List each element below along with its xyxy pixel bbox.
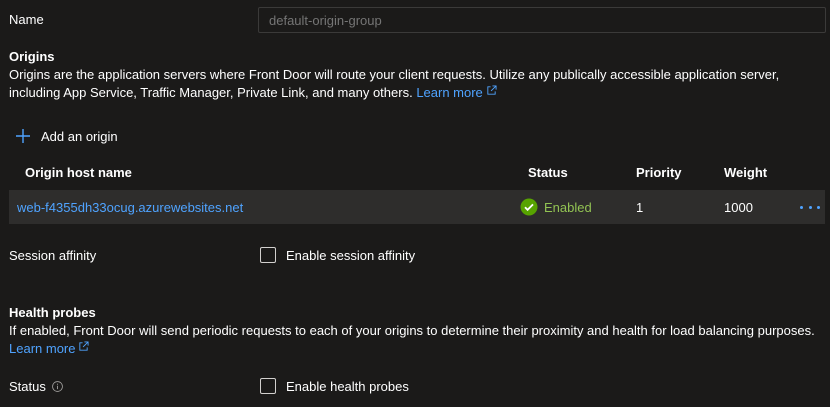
- name-label: Name: [9, 12, 44, 27]
- health-probes-title: Health probes: [9, 305, 96, 320]
- check-circle-icon: [520, 198, 538, 216]
- external-link-icon: [487, 85, 497, 95]
- add-origin-label: Add an origin: [41, 128, 118, 144]
- origin-host-link[interactable]: web-f4355dh33ocug.azurewebsites.net: [17, 200, 243, 215]
- session-affinity-label: Session affinity: [9, 248, 97, 263]
- origin-status: Enabled: [520, 198, 592, 216]
- session-affinity-checkbox[interactable]: [260, 247, 276, 263]
- origin-priority: 1: [636, 200, 644, 215]
- origin-status-text: Enabled: [544, 199, 592, 215]
- health-probes-status-label: Status: [9, 379, 63, 394]
- health-probes-learn-more-link[interactable]: Learn more: [9, 341, 90, 356]
- session-affinity-checkbox-label[interactable]: Enable session affinity: [286, 248, 415, 263]
- name-input[interactable]: [258, 7, 826, 33]
- column-header-weight: Weight: [724, 165, 768, 180]
- health-probes-description: If enabled, Front Door will send periodi…: [9, 322, 824, 358]
- health-probes-checkbox-label[interactable]: Enable health probes: [286, 379, 409, 394]
- health-probes-status-text: Status: [9, 379, 46, 394]
- health-probes-description-text: If enabled, Front Door will send periodi…: [9, 323, 815, 338]
- add-origin-button[interactable]: Add an origin: [15, 128, 118, 144]
- health-probes-learn-more-label: Learn more: [9, 341, 76, 356]
- origins-learn-more-link[interactable]: Learn more: [416, 85, 497, 100]
- origins-title: Origins: [9, 49, 55, 64]
- column-header-priority: Priority: [636, 165, 682, 180]
- external-link-icon: [79, 341, 90, 351]
- info-icon[interactable]: [51, 381, 63, 392]
- origins-description-text: Origins are the application servers wher…: [9, 67, 780, 100]
- plus-icon: [16, 129, 30, 143]
- health-probes-checkbox[interactable]: [260, 378, 276, 394]
- more-options-icon[interactable]: [800, 199, 820, 215]
- origins-learn-more-label: Learn more: [416, 85, 483, 100]
- origins-description: Origins are the application servers wher…: [9, 66, 824, 102]
- column-header-status: Status: [528, 165, 568, 180]
- column-header-origin-host-name: Origin host name: [25, 165, 132, 180]
- origin-weight: 1000: [724, 200, 753, 215]
